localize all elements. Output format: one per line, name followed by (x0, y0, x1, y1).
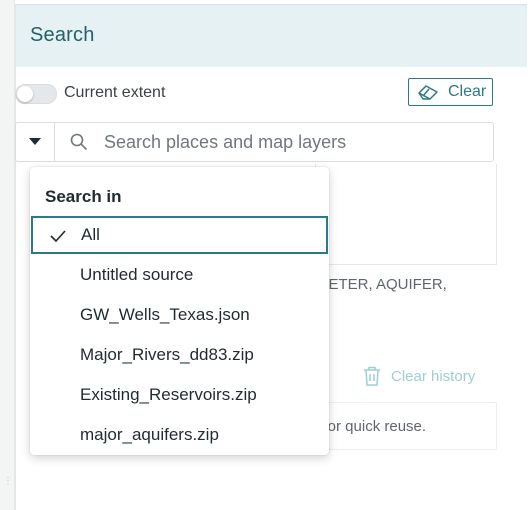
menu-item-label: Major_Rivers_dd83.zip (80, 345, 254, 364)
current-extent-label: Current extent (64, 84, 166, 101)
panel-title: Search (30, 24, 95, 46)
menu-item-all[interactable]: All (31, 216, 328, 254)
search-scope-dropdown[interactable] (16, 123, 55, 161)
menu-item-untitled-source[interactable]: Untitled source (30, 256, 329, 294)
panel-header: Search (16, 4, 527, 67)
menu-item-label: Existing_Reservoirs.zip (80, 385, 257, 404)
toggle-knob (17, 86, 33, 102)
clear-history-label: Clear history (391, 367, 476, 385)
caret-down-icon (29, 138, 41, 145)
menu-item-label: major_aquifers.zip (80, 425, 219, 444)
menu-item-gw-wells-texas[interactable]: GW_Wells_Texas.json (30, 296, 329, 334)
clear-button-label: Clear (448, 83, 487, 100)
resize-handle[interactable]: ⋮ (3, 474, 13, 490)
checkmark-icon (50, 230, 66, 242)
current-extent-toggle[interactable] (15, 84, 57, 104)
clear-history-button[interactable]: Clear history (363, 366, 475, 386)
search-bar (15, 122, 494, 162)
menu-item-label: All (81, 225, 100, 244)
trash-icon (364, 366, 380, 386)
results-card (315, 164, 497, 265)
menu-item-major-aquifers[interactable]: major_aquifers.zip (30, 416, 329, 454)
clear-button[interactable]: Clear (408, 78, 493, 106)
menu-item-label: Untitled source (80, 265, 194, 284)
search-icon (70, 133, 87, 150)
menu-item-label: GW_Wells_Texas.json (80, 305, 250, 324)
eraser-icon (418, 85, 438, 100)
search-input[interactable] (104, 130, 484, 154)
search-fields-text: METER, AQUIFER, (316, 276, 447, 293)
search-in-menu: Search in All Untitled source GW_Wells_T… (30, 167, 329, 455)
left-gutter: ⋮ (0, 0, 15, 510)
menu-item-existing-reservoirs[interactable]: Existing_Reservoirs.zip (30, 376, 329, 414)
menu-item-major-rivers[interactable]: Major_Rivers_dd83.zip (30, 336, 329, 374)
menu-heading: Search in (45, 187, 122, 206)
